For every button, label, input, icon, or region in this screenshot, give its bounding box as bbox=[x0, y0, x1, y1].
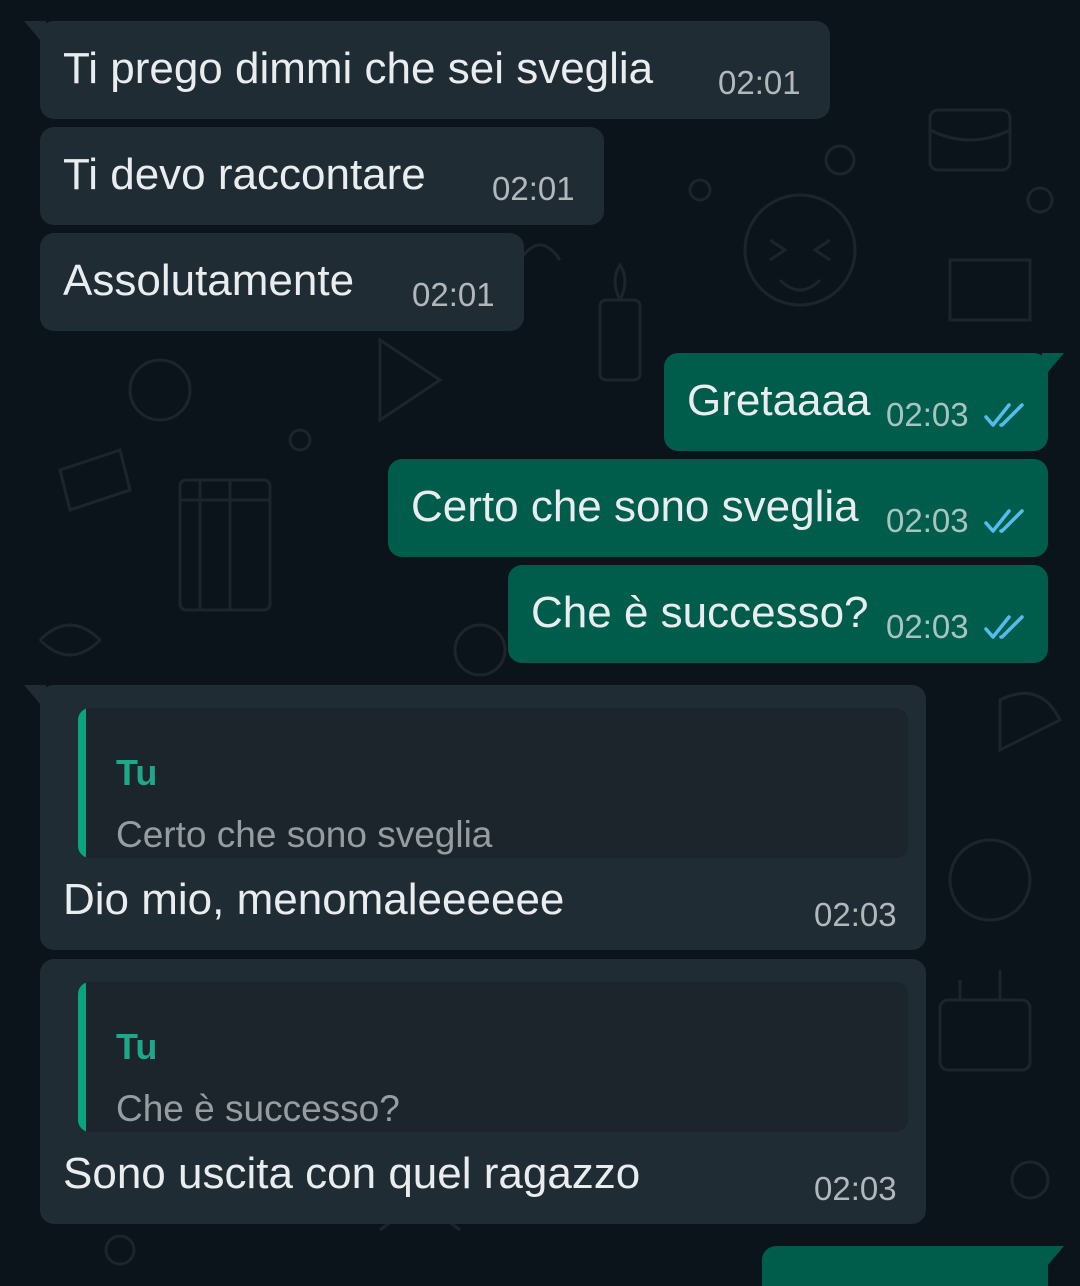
message-time: 02:03 bbox=[814, 1170, 897, 1207]
message-bubble-outgoing[interactable]: Gretaaaa 02:03 bbox=[664, 353, 1064, 451]
message-bubble-outgoing[interactable]: Che è successo? 02:03 bbox=[508, 565, 1048, 663]
quote-author: Tu bbox=[116, 752, 158, 793]
message-bubble-incoming[interactable]: Assolutamente 02:01 bbox=[40, 233, 524, 331]
message-text: Gretaaaa bbox=[687, 376, 871, 425]
message-text: Ti prego dimmi che sei sveglia bbox=[63, 44, 654, 93]
quote-text: Certo che sono sveglia bbox=[116, 814, 493, 855]
message-bubble-incoming-reply[interactable]: Tu Certo che sono sveglia Dio mio, menom… bbox=[24, 685, 926, 950]
message-time: 02:03 bbox=[886, 502, 969, 539]
quote-author: Tu bbox=[116, 1026, 158, 1067]
quote-accent-bar bbox=[78, 982, 86, 1132]
message-time: 02:03 bbox=[814, 896, 897, 933]
message-time: 02:01 bbox=[412, 276, 495, 313]
message-text: Assolutamente bbox=[63, 256, 355, 305]
double-check-read-icon bbox=[984, 615, 1024, 639]
quoted-message[interactable]: Tu Che è successo? bbox=[78, 982, 908, 1132]
quote-accent-bar bbox=[78, 708, 86, 858]
quote-text: Che è successo? bbox=[116, 1088, 400, 1129]
message-time: 02:03 bbox=[886, 608, 969, 645]
message-bubble-outgoing[interactable]: Certo che sono sveglia 02:03 bbox=[388, 459, 1048, 557]
message-text: Che è successo? bbox=[531, 588, 869, 637]
quoted-message[interactable]: Tu Certo che sono sveglia bbox=[78, 708, 908, 858]
message-text: Sono uscita con quel ragazzo bbox=[63, 1149, 641, 1198]
message-bubble-incoming[interactable]: Ti prego dimmi che sei sveglia 02:01 bbox=[24, 21, 830, 119]
double-check-read-icon bbox=[984, 403, 1024, 427]
message-bubble-incoming[interactable]: Ti devo raccontare 02:01 bbox=[40, 127, 604, 225]
message-bubble-outgoing-partial[interactable] bbox=[762, 1246, 1064, 1286]
message-text: Certo che sono sveglia bbox=[411, 482, 859, 531]
double-check-read-icon bbox=[984, 509, 1024, 533]
message-text: Dio mio, menomaleeeeee bbox=[63, 875, 565, 924]
message-bubble-incoming-reply[interactable]: Tu Che è successo? Sono uscita con quel … bbox=[40, 959, 926, 1224]
message-time: 02:03 bbox=[886, 396, 969, 433]
message-time: 02:01 bbox=[492, 170, 575, 207]
message-time: 02:01 bbox=[718, 64, 801, 101]
message-text: Ti devo raccontare bbox=[63, 150, 426, 199]
